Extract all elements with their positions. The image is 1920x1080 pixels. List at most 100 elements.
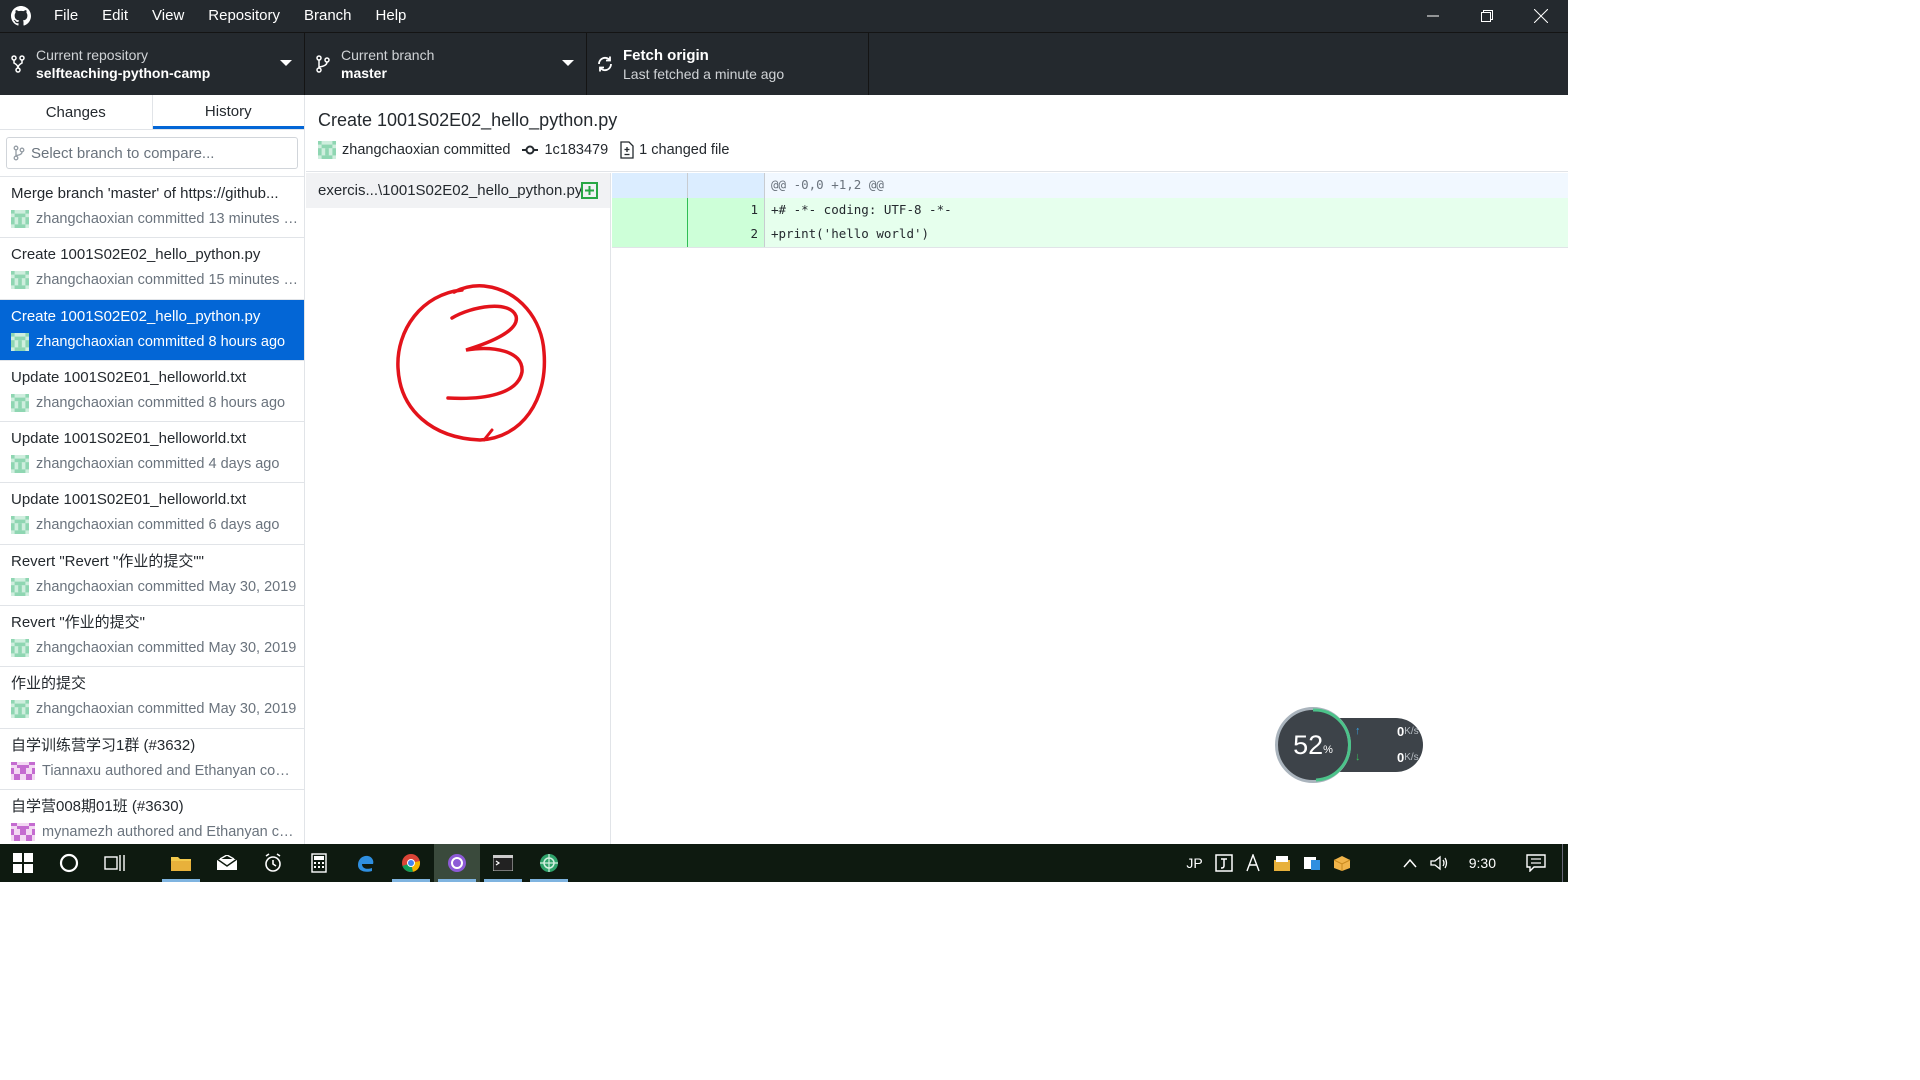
download-arrow-icon: ↓ — [1355, 751, 1361, 763]
globe-app-icon — [540, 854, 558, 872]
diff-line[interactable]: 2 +print('hello world') — [612, 222, 1568, 247]
terminal-icon — [493, 855, 513, 871]
upload-arrow-icon: ↑ — [1355, 725, 1361, 737]
avatar — [11, 700, 29, 719]
edge-button[interactable] — [342, 844, 388, 882]
chrome-icon — [402, 854, 421, 873]
chrome-button[interactable] — [388, 844, 434, 882]
commit-item[interactable]: Update 1001S02E01_helloworld.txt zhangcha… — [0, 422, 304, 484]
fetch-origin-button[interactable]: Fetch origin Last fetched a minute ago — [587, 33, 869, 95]
terminal-button[interactable] — [480, 844, 526, 882]
tab-changes[interactable]: Changes — [0, 95, 153, 129]
volume-icon[interactable] — [1423, 844, 1455, 882]
file-explorer-button[interactable] — [158, 844, 204, 882]
github-desktop-button[interactable] — [434, 844, 480, 882]
menu-edit[interactable]: Edit — [90, 0, 140, 32]
minimize-icon — [1427, 15, 1439, 17]
edge-browser-icon — [358, 855, 374, 872]
menu-repository[interactable]: Repository — [196, 0, 292, 32]
diff-line[interactable]: 1 +# -*- coding: UTF-8 -*- — [612, 197, 1568, 222]
changed-files-count: 1 changed file — [639, 142, 730, 158]
commit-item[interactable]: Update 1001S02E01_helloworld.txt zhangcha… — [0, 361, 304, 423]
restore-button[interactable] — [1460, 0, 1514, 32]
commit-list: Merge branch 'master' of https://github.… — [0, 177, 304, 844]
menu-branch[interactable]: Branch — [292, 0, 364, 32]
upload-speed: 0 — [1397, 723, 1405, 739]
fetch-origin-label: Fetch origin — [623, 46, 709, 64]
close-button[interactable] — [1514, 0, 1568, 32]
commit-summary: Create 1001S02E02_hello_python.py — [11, 307, 261, 325]
compare-branch-input[interactable] — [31, 144, 281, 162]
chevron-down-icon — [280, 60, 292, 66]
commit-item[interactable]: 作业的提交 zhangchaoxian committed May 30, 201… — [0, 667, 304, 729]
font-mode-icon[interactable] — [1239, 844, 1267, 882]
diff-view: @@ -0,0 +1,2 @@ 1 +# -*- coding: UTF-8 -… — [612, 173, 1568, 248]
compare-branch-field[interactable] — [6, 137, 298, 169]
avatar — [11, 332, 29, 351]
tray-network-app-icon[interactable] — [1297, 844, 1327, 882]
notification-icon — [1526, 854, 1546, 872]
commit-item[interactable]: 自学训练营学习1群 (#3632) Tiannaxu authored and E… — [0, 729, 304, 790]
commit-title: Create 1001S02E02_hello_python.py — [318, 110, 618, 130]
start-button[interactable] — [0, 844, 46, 882]
commit-summary: Revert "Revert "作业的提交"" — [11, 552, 204, 570]
minimize-button[interactable] — [1406, 0, 1460, 32]
file-item[interactable]: exercis...\1001S02E02_hello_python.py — [306, 173, 610, 208]
commit-author: zhangchaoxian committed May 30, 2019 — [36, 578, 297, 595]
avatar — [11, 639, 29, 658]
tray-package-icon[interactable] — [1327, 844, 1357, 882]
avatar — [11, 455, 29, 474]
tab-history[interactable]: History — [152, 95, 304, 129]
sidebar-tabs: Changes History — [0, 95, 304, 130]
taskbar-clock[interactable]: 9:30 — [1455, 855, 1510, 871]
file-name: exercis...\1001S02E02_hello_python.py — [318, 182, 583, 199]
commit-item[interactable]: Revert "Revert "作业的提交"" zhangchaoxian com… — [0, 545, 304, 607]
close-icon — [1534, 9, 1548, 23]
commit-summary: Update 1001S02E01_helloworld.txt — [11, 368, 247, 386]
current-branch-button[interactable]: Current branch master — [305, 33, 587, 95]
ime-indicator[interactable]: JP — [1180, 844, 1208, 882]
ime-mode-icon[interactable] — [1209, 844, 1239, 882]
commit-item[interactable]: Revert "作业的提交" zhangchaoxian committed Ma… — [0, 606, 304, 668]
calculator-icon — [311, 853, 327, 873]
menu-help[interactable]: Help — [364, 0, 419, 32]
task-view-button[interactable] — [92, 844, 138, 882]
app-button[interactable] — [526, 844, 572, 882]
alarm-clock-icon — [265, 853, 281, 872]
changed-files-list: exercis...\1001S02E02_hello_python.py — [306, 173, 611, 844]
commit-author: zhangchaoxian committed 4 days ago — [36, 456, 280, 473]
restore-icon — [1481, 10, 1493, 22]
avatar — [11, 761, 35, 780]
current-branch-value: master — [341, 64, 387, 81]
commit-header: Create 1001S02E02_hello_python.py zhangc… — [306, 95, 1568, 172]
commit-author: zhangchaoxian committed May 30, 2019 — [36, 701, 297, 718]
mail-button[interactable] — [204, 844, 250, 882]
commit-item[interactable]: Merge branch 'master' of https://github.… — [0, 177, 304, 239]
avatar — [11, 210, 29, 228]
windows-taskbar: JP 9:30 — [0, 844, 1568, 882]
commit-summary: 自学训练营学习1群 (#3632) — [11, 736, 196, 754]
repo-icon — [0, 55, 36, 73]
commit-item[interactable]: Update 1001S02E01_helloworld.txt zhangcha… — [0, 483, 304, 545]
alarms-button[interactable] — [250, 844, 296, 882]
search-button[interactable] — [46, 844, 92, 882]
commit-item[interactable]: 自学营008期01班 (#3630) mynamezh authored and … — [0, 790, 304, 844]
network-monitor-widget[interactable]: ↑ 0 K/s ↓ 0 K/s 52% — [1275, 707, 1423, 783]
commit-item[interactable]: Create 1001S02E02_hello_python.py zhangch… — [0, 238, 304, 300]
commit-author: zhangchaoxian committed 8 hours ago — [36, 333, 286, 350]
tray-app-icon[interactable] — [1267, 844, 1297, 882]
history-sidebar: Changes History Merge branch 'master' of… — [0, 95, 305, 844]
show-hidden-icons-button[interactable] — [1397, 844, 1423, 882]
calculator-button[interactable] — [296, 844, 342, 882]
commit-item[interactable]: Create 1001S02E02_hello_python.pyzhangch… — [0, 299, 304, 361]
menu-view[interactable]: View — [140, 0, 196, 32]
menu-file[interactable]: File — [42, 0, 90, 32]
commit-author: zhangchaoxian committed 13 minutes ago — [36, 211, 298, 227]
commit-author: zhangchaoxian committed 8 hours ago — [36, 394, 286, 411]
line-code: +# -*- coding: UTF-8 -*- — [771, 201, 952, 217]
diff-hunk-header: @@ -0,0 +1,2 @@ — [612, 173, 1568, 198]
commit-sha[interactable]: 1c183479 — [544, 142, 608, 158]
action-center-button[interactable] — [1510, 844, 1562, 882]
current-repository-button[interactable]: Current repository selfteaching-python-c… — [0, 33, 305, 95]
github-logo-icon — [0, 0, 42, 32]
